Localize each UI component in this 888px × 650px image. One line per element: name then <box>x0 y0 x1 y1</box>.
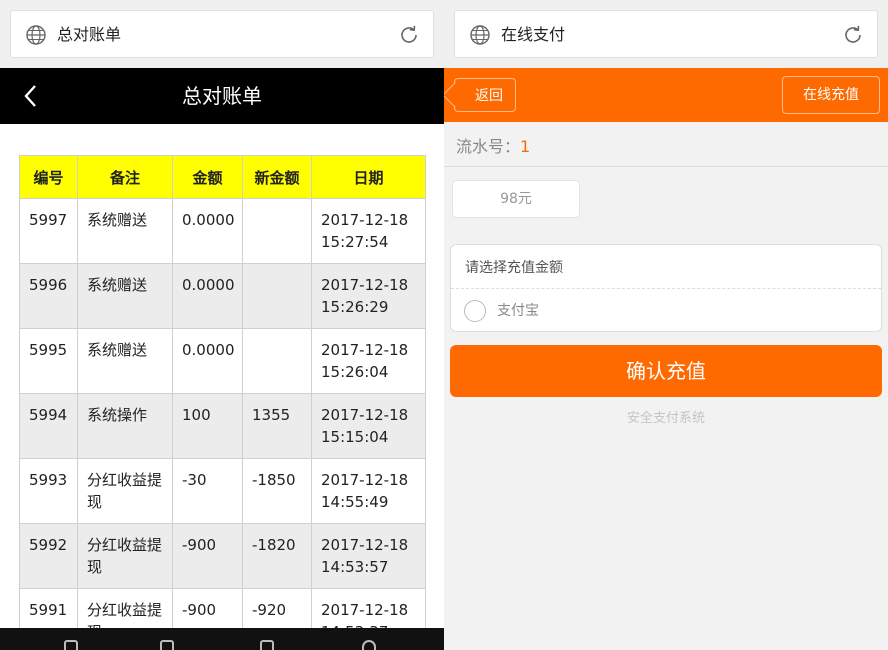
serial-value: 1 <box>520 137 531 156</box>
cell-date-day: 2017-12-18 <box>321 276 409 294</box>
browser-toolbar: 总对账单 <box>0 0 444 68</box>
table-row: 5993 分红收益提现 -30 -1850 2017-12-18 14:55:49 <box>19 458 426 524</box>
address-text: 在线支付 <box>501 25 566 44</box>
table-header-row: 编号 备注 金额 新金额 日期 <box>19 155 426 199</box>
cell-date: 2017-12-18 15:27:54 <box>311 198 426 264</box>
cell-id: 5996 <box>19 263 78 329</box>
table-row: 5997 系统赠送 0.0000 2017-12-18 15:27:54 <box>19 198 426 264</box>
cell-date: 2017-12-18 15:26:29 <box>311 263 426 329</box>
column-header-amount: 金额 <box>172 155 243 199</box>
back-button[interactable]: 返回 <box>444 78 516 112</box>
payment-screen: 在线支付 返回 在线充值 流水号：1 98元 请选择充值金额 支付宝 确认充值 … <box>444 0 888 650</box>
cell-date-day: 2017-12-18 <box>321 471 409 489</box>
cell-new-amount: 1355 <box>242 393 312 459</box>
cell-new-amount <box>242 328 312 394</box>
cell-amount: 0.0000 <box>172 198 243 264</box>
serial-number: 流水号：1 <box>456 136 530 158</box>
cell-note: 系统赠送 <box>77 198 173 264</box>
cell-id: 5997 <box>19 198 78 264</box>
user-icon[interactable] <box>362 640 376 650</box>
cell-note: 系统操作 <box>77 393 173 459</box>
column-header-date: 日期 <box>311 155 426 199</box>
serial-label: 流水号： <box>456 137 521 156</box>
document-icon[interactable] <box>260 640 274 650</box>
reload-icon[interactable] <box>397 23 421 47</box>
divider <box>444 166 888 167</box>
reload-icon[interactable] <box>841 23 865 47</box>
amount-option[interactable]: 98元 <box>452 180 580 218</box>
cell-date: 2017-12-18 14:53:57 <box>311 523 426 589</box>
cell-note: 分红收益提现 <box>77 523 173 589</box>
alipay-label[interactable]: 支付宝 <box>497 301 539 321</box>
bottom-nav <box>0 628 444 650</box>
cell-date-time: 15:27:54 <box>321 233 389 251</box>
payment-header: 返回 在线充值 <box>444 68 888 122</box>
table-row: 5995 系统赠送 0.0000 2017-12-18 15:26:04 <box>19 328 426 394</box>
column-header-note: 备注 <box>77 155 173 199</box>
browser-toolbar: 在线支付 <box>444 0 888 68</box>
dashed-divider <box>451 288 881 289</box>
ledger-screen: 总对账单 总对账单 编号 备注 金额 新金额 日期 5997 系统赠送 0.00… <box>0 0 444 650</box>
cell-date: 2017-12-18 15:26:04 <box>311 328 426 394</box>
cell-date-day: 2017-12-18 <box>321 341 409 359</box>
confirm-topup-button[interactable]: 确认充值 <box>450 345 882 397</box>
column-header-new-amount: 新金额 <box>242 155 312 199</box>
cell-date-time: 15:15:04 <box>321 428 389 446</box>
payment-options-card: 请选择充值金额 支付宝 <box>450 244 882 332</box>
globe-icon <box>470 25 490 45</box>
cell-new-amount <box>242 263 312 329</box>
cell-id: 5994 <box>19 393 78 459</box>
cell-date-day: 2017-12-18 <box>321 536 409 554</box>
page-title: 总对账单 <box>182 84 262 108</box>
cell-date-time: 14:55:49 <box>321 493 389 511</box>
address-bar[interactable]: 总对账单 <box>10 10 434 58</box>
cell-date-day: 2017-12-18 <box>321 211 409 229</box>
table-row: 5996 系统赠送 0.0000 2017-12-18 15:26:29 <box>19 263 426 329</box>
cell-date-day: 2017-12-18 <box>321 406 409 424</box>
cell-amount: 0.0000 <box>172 328 243 394</box>
cell-date-day: 2017-12-18 <box>321 601 409 619</box>
cell-amount: 0.0000 <box>172 263 243 329</box>
cell-date-time: 14:53:57 <box>321 558 389 576</box>
cell-note: 系统赠送 <box>77 328 173 394</box>
cell-id: 5993 <box>19 458 78 524</box>
secure-payment-note: 安全支付系统 <box>626 411 705 426</box>
address-text: 总对账单 <box>57 25 122 44</box>
cell-amount: 100 <box>172 393 243 459</box>
select-amount-field[interactable]: 请选择充值金额 <box>465 258 563 278</box>
cell-date: 2017-12-18 14:55:49 <box>311 458 426 524</box>
cell-new-amount: -1820 <box>242 523 312 589</box>
cell-new-amount <box>242 198 312 264</box>
cell-id: 5992 <box>19 523 78 589</box>
back-arrow-icon <box>444 82 468 108</box>
cell-note: 系统赠送 <box>77 263 173 329</box>
online-topup-button[interactable]: 在线充值 <box>782 76 880 114</box>
cell-id: 5995 <box>19 328 78 394</box>
back-button-label: 返回 <box>475 88 503 104</box>
cell-new-amount: -1850 <box>242 458 312 524</box>
globe-icon <box>26 25 46 45</box>
address-bar[interactable]: 在线支付 <box>454 10 878 58</box>
ledger-header: 总对账单 <box>0 68 444 124</box>
cell-amount: -900 <box>172 523 243 589</box>
cell-note: 分红收益提现 <box>77 458 173 524</box>
table-row: 5994 系统操作 100 1355 2017-12-18 15:15:04 <box>19 393 426 459</box>
list-icon[interactable] <box>160 640 174 650</box>
alipay-radio[interactable] <box>464 300 486 322</box>
cell-date: 2017-12-18 15:15:04 <box>311 393 426 459</box>
ledger-table: 编号 备注 金额 新金额 日期 5997 系统赠送 0.0000 2017-12… <box>19 155 426 650</box>
cell-date-time: 15:26:04 <box>321 363 389 381</box>
cell-amount: -30 <box>172 458 243 524</box>
cell-date-time: 15:26:29 <box>321 298 389 316</box>
home-icon[interactable] <box>64 640 78 650</box>
table-row: 5992 分红收益提现 -900 -1820 2017-12-18 14:53:5… <box>19 523 426 589</box>
column-header-id: 编号 <box>19 155 78 199</box>
